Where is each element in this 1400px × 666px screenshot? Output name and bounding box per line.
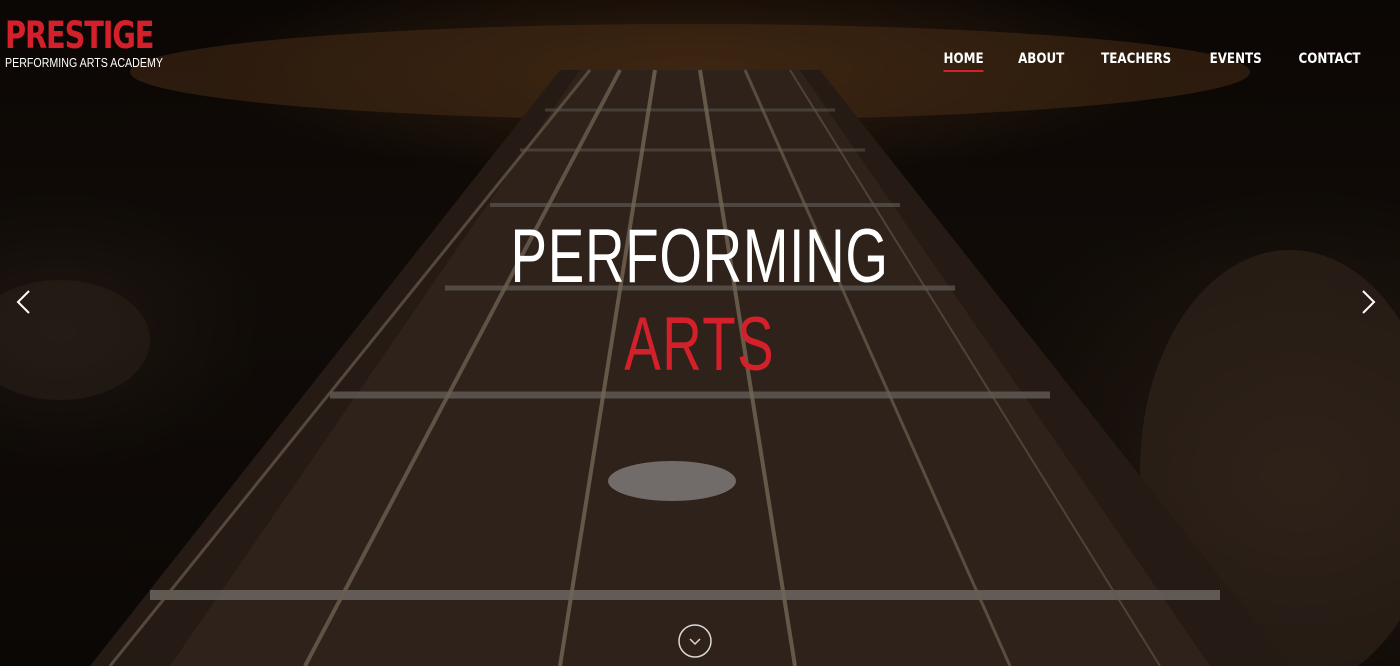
hero-headline-accent: ARTS <box>0 305 1400 385</box>
chevron-right-icon <box>1362 290 1376 314</box>
chevron-down-circle-icon <box>678 624 712 658</box>
chevron-left-icon <box>16 290 30 314</box>
logo-title: PRESTIGE <box>5 14 155 57</box>
logo-subtitle: PERFORMING ARTS ACADEMY <box>5 55 163 70</box>
slider-next-button[interactable] <box>1354 284 1384 320</box>
nav-home[interactable]: HOME <box>943 51 984 72</box>
scroll-down-button[interactable] <box>678 624 712 658</box>
nav-about[interactable]: ABOUT <box>1018 51 1064 71</box>
hero-slider: PRESTIGE PERFORMING ARTS ACADEMY HOME AB… <box>0 0 1400 666</box>
hero-headline: PERFORMING <box>0 212 1400 302</box>
nav-events[interactable]: EVENTS <box>1209 51 1261 71</box>
slider-prev-button[interactable] <box>8 284 38 320</box>
main-nav: HOME ABOUT TEACHERS EVENTS CONTACT <box>913 51 1366 72</box>
logo[interactable]: PRESTIGE PERFORMING ARTS ACADEMY <box>5 14 163 70</box>
headline-line-1: PERFORMING <box>510 214 890 299</box>
nav-teachers[interactable]: TEACHERS <box>1101 51 1171 71</box>
nav-contact[interactable]: CONTACT <box>1298 51 1360 71</box>
headline-line-2: ARTS <box>624 302 776 387</box>
